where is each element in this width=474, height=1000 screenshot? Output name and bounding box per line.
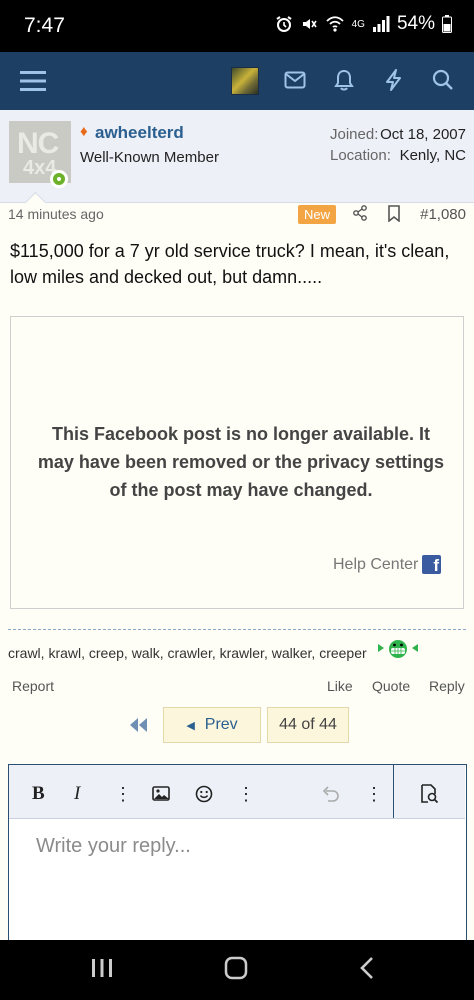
joined-label: Joined: [330,126,379,143]
post-number[interactable]: #1,080 [420,206,466,223]
home-icon[interactable] [224,956,248,985]
bookmark-icon[interactable] [387,205,401,227]
location-label: Location: [330,147,391,164]
more-options-icon[interactable]: ⋮ [237,784,255,805]
post-timestamp[interactable]: 14 minutes ago [8,206,104,222]
battery-percent: 54% [396,13,435,34]
prev-page-button[interactable]: ◀ Prev [163,707,261,743]
new-badge: New [298,205,337,224]
undo-icon[interactable] [322,785,340,808]
bell-icon[interactable] [331,67,357,93]
report-button[interactable]: Report [12,678,54,694]
menu-icon[interactable] [20,68,46,94]
recent-apps-icon[interactable] [91,957,113,984]
post-body-text: $115,000 for a 7 yr old service truck? I… [10,241,450,287]
location-value: Kenly, NC [399,147,466,164]
network-type: 4G [351,18,365,30]
online-status-icon [50,170,68,188]
facebook-logo-icon[interactable]: f [422,555,441,575]
first-page-icon[interactable] [128,716,150,739]
page-indicator[interactable]: 44 of 44 [267,707,349,743]
user-avatar[interactable] [231,67,259,95]
more-options-icon[interactable]: ⋮ [114,784,132,805]
italic-button[interactable]: I [74,783,80,805]
grin-emoji-icon [376,638,420,665]
embed-unavailable-message: This Facebook post is no longer availabl… [37,424,445,500]
emoji-icon[interactable] [195,785,213,808]
lightning-icon[interactable] [381,67,407,93]
mail-icon[interactable] [282,67,308,93]
prev-label: Prev [204,716,238,733]
alarm-icon [276,16,292,32]
battery-icon [442,15,452,33]
signature-text: crawl, krawl, creep, walk, crawler, kraw… [8,645,367,661]
chevron-left-icon: ◀ [186,719,195,732]
wifi-icon [325,16,344,32]
signature-divider [8,629,466,630]
facebook-logo-letter: f [433,556,439,575]
more-options-icon[interactable]: ⋮ [365,784,383,805]
search-icon[interactable] [430,67,456,93]
reply-button[interactable]: Reply [429,678,465,694]
signal-icon [372,16,390,32]
joined-value: Oct 18, 2007 [380,126,466,143]
help-center-link[interactable]: Help Center [333,556,418,574]
like-button[interactable]: Like [327,678,353,694]
mute-icon [302,19,317,29]
bold-button[interactable]: B [32,783,45,805]
reply-input[interactable]: Write your reply... [36,835,191,858]
quote-button[interactable]: Quote [372,678,410,694]
status-icons: 4G 54% [275,13,452,35]
avatar-text-1: NC [17,127,59,160]
username-link[interactable]: awheelterd [95,123,184,143]
share-icon[interactable] [352,205,368,226]
image-icon[interactable] [152,786,170,806]
rank-flame-icon: ♦ [80,123,88,140]
status-time: 7:47 [24,14,65,37]
user-title: Well-Known Member [80,149,219,166]
toolbar-separator [393,765,394,818]
preview-icon[interactable] [419,784,439,809]
back-icon[interactable] [358,956,376,985]
